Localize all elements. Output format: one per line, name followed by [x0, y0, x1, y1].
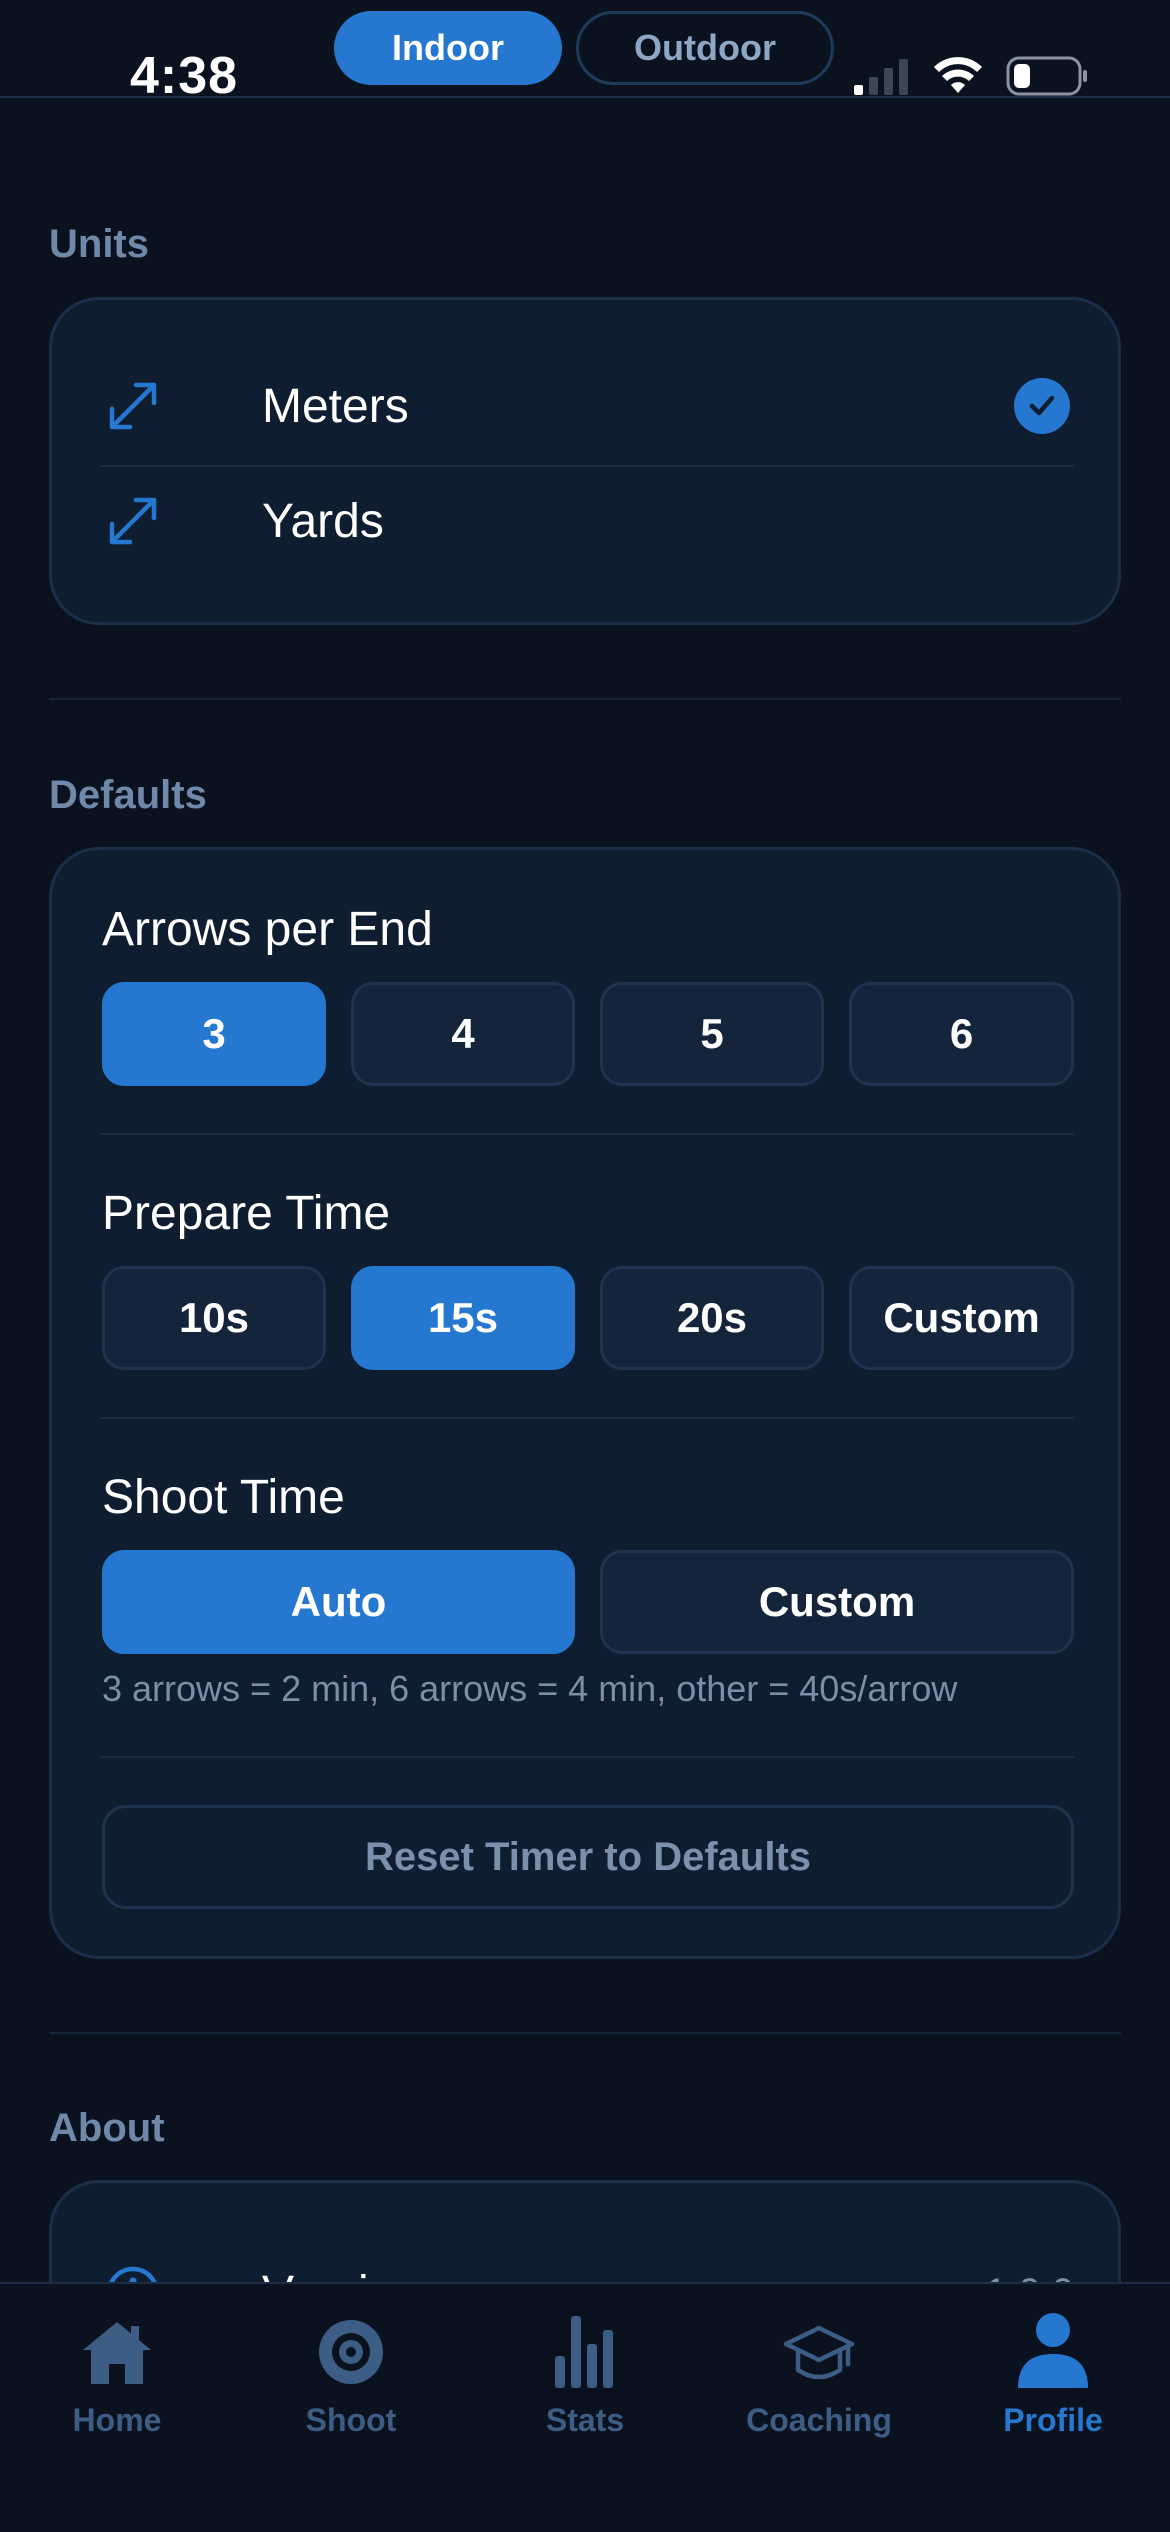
prepare-option-10s[interactable]: 10s	[102, 1266, 326, 1370]
arrows-option-6[interactable]: 6	[849, 982, 1074, 1086]
checkmark-icon	[1014, 378, 1070, 434]
row-divider	[100, 1417, 1074, 1419]
graduation-cap-icon	[783, 2325, 855, 2380]
tab-label: Stats	[545, 2402, 625, 2438]
status-icons	[852, 56, 1088, 96]
wifi-icon	[934, 57, 982, 93]
units-card: Meters Yards	[49, 297, 1121, 625]
prepare-option-custom[interactable]: Custom	[849, 1266, 1074, 1370]
bar-chart-icon	[555, 2316, 613, 2388]
unit-option-meters[interactable]: Meters	[100, 350, 1074, 462]
arrows-per-end-title: Arrows per End	[102, 903, 433, 956]
unit-option-yards[interactable]: Yards	[100, 465, 1074, 577]
tab-label: Shoot	[305, 2402, 397, 2438]
prepare-option-20s[interactable]: 20s	[600, 1266, 824, 1370]
tab-home[interactable]: Home	[0, 2308, 234, 2439]
arrows-option-5[interactable]: 5	[600, 982, 824, 1086]
row-divider	[100, 1756, 1074, 1758]
target-icon	[319, 2320, 383, 2384]
prepare-option-15s[interactable]: 15s	[351, 1266, 575, 1370]
shoot-time-hint: 3 arrows = 2 min, 6 arrows = 4 min, othe…	[102, 1668, 958, 1709]
arrows-option-4[interactable]: 4	[351, 982, 575, 1086]
section-divider	[49, 698, 1121, 700]
defaults-section-label: Defaults	[49, 773, 207, 817]
mode-toggle: Indoor Outdoor	[334, 11, 834, 85]
tab-bar: Home Shoot Stats Coaching Profile	[0, 2282, 1170, 2532]
resize-diagonal-icon	[109, 382, 157, 430]
resize-diagonal-icon	[109, 497, 157, 545]
section-divider	[49, 2032, 1121, 2034]
cellular-signal-icon	[854, 59, 908, 95]
shoot-time-auto[interactable]: Auto	[102, 1550, 575, 1654]
status-bar: 4:38 Indoor Outdoor	[0, 0, 1170, 105]
battery-icon	[1006, 56, 1087, 96]
about-section-label: About	[49, 2106, 165, 2150]
status-time: 4:38	[130, 47, 239, 105]
reset-timer-button[interactable]: Reset Timer to Defaults	[102, 1805, 1074, 1909]
defaults-card: Arrows per End 3 4 5 6 Prepare Time 10s …	[49, 847, 1121, 1959]
arrows-option-3[interactable]: 3	[102, 982, 326, 1086]
tab-shoot[interactable]: Shoot	[234, 2308, 468, 2439]
shoot-time-title: Shoot Time	[102, 1471, 345, 1524]
mode-indoor-button[interactable]: Indoor	[334, 11, 562, 85]
tab-label: Profile	[1003, 2402, 1103, 2438]
prepare-time-title: Prepare Time	[102, 1187, 391, 1240]
tab-stats[interactable]: Stats	[468, 2308, 702, 2439]
tab-coaching[interactable]: Coaching	[702, 2308, 936, 2439]
home-icon	[83, 2322, 151, 2384]
person-icon	[1018, 2313, 1088, 2388]
tab-profile[interactable]: Profile	[936, 2308, 1170, 2439]
mode-outdoor-button[interactable]: Outdoor	[576, 11, 834, 85]
unit-option-label: Yards	[262, 494, 384, 548]
tab-label: Coaching	[746, 2402, 892, 2438]
unit-option-label: Meters	[262, 379, 409, 433]
row-divider	[100, 1133, 1074, 1135]
tab-label: Home	[72, 2402, 162, 2438]
units-section-label: Units	[49, 222, 149, 266]
shoot-time-custom[interactable]: Custom	[600, 1550, 1074, 1654]
